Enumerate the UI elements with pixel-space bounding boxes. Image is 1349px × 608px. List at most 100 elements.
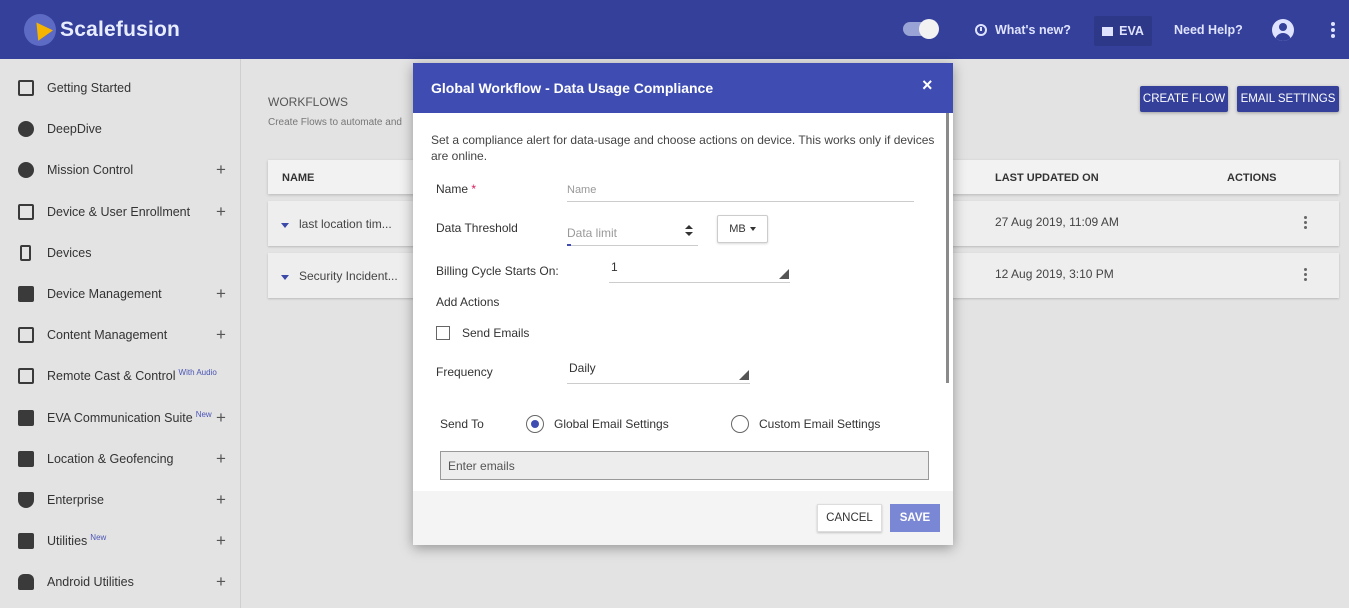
create-flow-button[interactable]: CREATE FLOW bbox=[1140, 86, 1228, 112]
eva-button[interactable]: EVA bbox=[1094, 16, 1152, 46]
sidebar-item-utilities[interactable]: Utilities New + bbox=[0, 520, 241, 561]
cancel-button[interactable]: CANCEL bbox=[817, 504, 882, 532]
sidebar-item-label: Mission Control bbox=[47, 162, 134, 177]
column-header-last-updated[interactable]: LAST UPDATED ON bbox=[995, 172, 1099, 184]
expand-icon[interactable]: + bbox=[216, 491, 226, 508]
dialog-header: Global Workflow - Data Usage Compliance … bbox=[413, 63, 953, 113]
send-to-label: Send To bbox=[440, 417, 484, 431]
global-email-label: Global Email Settings bbox=[554, 417, 669, 431]
sidebar-item-location-geofencing[interactable]: Location & Geofencing + bbox=[0, 438, 241, 479]
sidebar-item-label: Getting Started bbox=[47, 80, 132, 95]
need-help-link[interactable]: Need Help? bbox=[1174, 0, 1243, 59]
email-settings-button[interactable]: EMAIL SETTINGS bbox=[1237, 86, 1339, 112]
chat-icon bbox=[1102, 26, 1114, 36]
sidebar-item-content-management[interactable]: Content Management + bbox=[0, 314, 241, 355]
sidebar-item-remote-cast[interactable]: Remote Cast & Control With Audio bbox=[0, 355, 241, 396]
unit-dropdown[interactable]: MB bbox=[717, 215, 768, 243]
sidebar: Getting Started DeepDive Mission Control… bbox=[0, 59, 241, 608]
row-actions-icon[interactable] bbox=[1304, 216, 1308, 231]
sidebar-item-device-management[interactable]: Device Management + bbox=[0, 273, 241, 314]
expand-row-icon[interactable] bbox=[281, 223, 289, 228]
scalefusion-logo-icon bbox=[24, 14, 56, 46]
new-badge: New bbox=[90, 532, 107, 542]
sidebar-item-label: Enterprise bbox=[47, 492, 104, 507]
expand-icon[interactable]: + bbox=[216, 285, 226, 302]
with-audio-badge: With Audio bbox=[178, 367, 217, 377]
frequency-select[interactable]: Daily bbox=[567, 361, 750, 384]
sidebar-item-eva-communication[interactable]: EVA Communication Suite New + bbox=[0, 397, 241, 438]
clock-icon bbox=[975, 23, 987, 36]
sidebar-item-label: DeepDive bbox=[47, 121, 102, 136]
row-name: Security Incident... bbox=[299, 269, 398, 283]
sidebar-item-enterprise[interactable]: Enterprise + bbox=[0, 479, 241, 520]
name-input[interactable] bbox=[567, 178, 914, 202]
expand-row-icon[interactable] bbox=[281, 275, 289, 280]
expand-icon[interactable]: + bbox=[216, 326, 226, 343]
send-emails-checkbox[interactable] bbox=[436, 326, 450, 340]
sidebar-item-device-user-enrollment[interactable]: Device & User Enrollment + bbox=[0, 191, 241, 232]
brand-logo[interactable]: Scalefusion bbox=[24, 14, 180, 46]
sidebar-item-label: Device & User Enrollment bbox=[47, 204, 191, 219]
android-icon bbox=[18, 573, 34, 590]
save-button[interactable]: SAVE bbox=[890, 504, 940, 532]
sidebar-item-devices[interactable]: Devices bbox=[0, 232, 241, 273]
expand-icon[interactable]: + bbox=[216, 203, 226, 220]
custom-email-label: Custom Email Settings bbox=[759, 417, 881, 431]
column-header-actions: ACTIONS bbox=[1227, 172, 1277, 184]
row-actions-icon[interactable] bbox=[1304, 268, 1308, 283]
custom-email-radio[interactable] bbox=[731, 415, 749, 433]
whats-new-link[interactable]: What's new? bbox=[975, 0, 1071, 59]
phone-icon bbox=[20, 244, 31, 261]
sidebar-item-android-utilities[interactable]: Android Utilities + bbox=[0, 561, 241, 602]
enter-icon bbox=[18, 79, 34, 96]
sidebar-item-label: Device Management bbox=[47, 286, 162, 301]
brand-name: Scalefusion bbox=[60, 18, 181, 41]
required-marker: * bbox=[471, 182, 477, 196]
expand-icon[interactable]: + bbox=[216, 161, 226, 178]
sidebar-item-label: Remote Cast & Control With Audio bbox=[47, 367, 217, 384]
billing-cycle-select[interactable]: 1 bbox=[609, 260, 790, 283]
unit-value: MB bbox=[729, 223, 746, 235]
need-help-label: Need Help? bbox=[1174, 22, 1243, 37]
frequency-label: Frequency bbox=[436, 365, 493, 379]
input-focus-indicator bbox=[567, 244, 571, 246]
row-updated: 12 Aug 2019, 3:10 PM bbox=[995, 267, 1114, 281]
sidebar-item-getting-started[interactable]: Getting Started bbox=[0, 67, 241, 108]
sidebar-item-deepdive[interactable]: DeepDive bbox=[0, 108, 241, 149]
eva-label: EVA bbox=[1119, 24, 1144, 38]
emails-input[interactable] bbox=[440, 451, 929, 480]
column-header-name[interactable]: NAME bbox=[282, 172, 314, 184]
sidebar-item-label: Location & Geofencing bbox=[47, 451, 174, 466]
expand-icon[interactable]: + bbox=[216, 409, 226, 426]
sidebar-item-label: EVA Communication Suite New bbox=[47, 409, 212, 426]
billing-cycle-value: 1 bbox=[611, 260, 618, 274]
stepper-icon[interactable] bbox=[685, 224, 693, 238]
expand-icon[interactable]: + bbox=[216, 532, 226, 549]
whats-new-label: What's new? bbox=[995, 22, 1071, 37]
page-subtitle: Create Flows to automate and bbox=[268, 117, 402, 128]
global-email-radio[interactable] bbox=[526, 415, 544, 433]
data-threshold-label: Data Threshold bbox=[436, 221, 518, 235]
sidebar-item-label: Devices bbox=[47, 245, 92, 260]
row-updated: 27 Aug 2019, 11:09 AM bbox=[995, 215, 1119, 229]
folder-icon bbox=[18, 326, 34, 343]
theme-toggle[interactable] bbox=[903, 19, 939, 39]
chat-icon bbox=[18, 409, 34, 426]
shield-icon bbox=[18, 491, 34, 508]
widgets-icon bbox=[18, 532, 34, 549]
dialog-scrollbar[interactable] bbox=[946, 113, 949, 383]
sidebar-item-label: Android Utilities bbox=[47, 574, 134, 589]
add-actions-heading: Add Actions bbox=[436, 295, 500, 309]
expand-icon[interactable]: + bbox=[216, 450, 226, 467]
briefcase-icon bbox=[18, 285, 34, 302]
name-label: Name * bbox=[436, 182, 477, 196]
sidebar-item-mission-control[interactable]: Mission Control + bbox=[0, 149, 241, 190]
more-menu-icon[interactable] bbox=[1331, 22, 1335, 38]
data-limit-input[interactable] bbox=[567, 220, 698, 246]
row-name: last location tim... bbox=[299, 217, 392, 231]
account-icon[interactable] bbox=[1272, 19, 1294, 41]
close-icon[interactable]: × bbox=[922, 75, 933, 96]
mission-control-icon bbox=[18, 161, 34, 178]
sidebar-item-label: Content Management bbox=[47, 327, 168, 342]
expand-icon[interactable]: + bbox=[216, 573, 226, 590]
